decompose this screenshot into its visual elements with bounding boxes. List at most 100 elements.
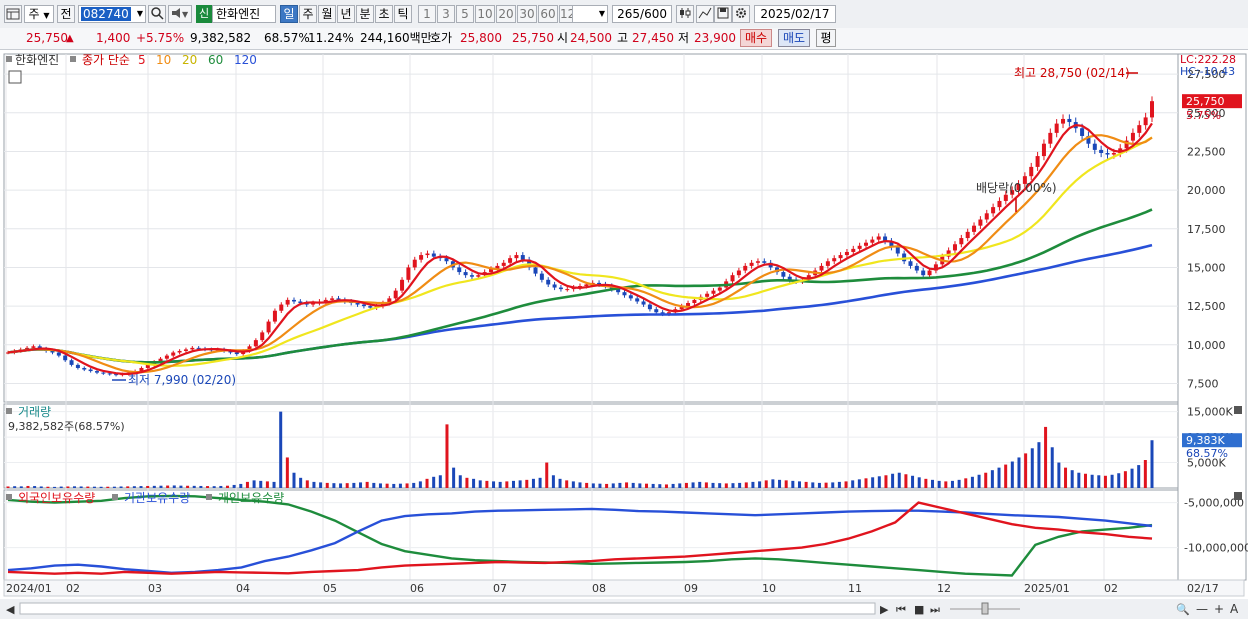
legend-ma-period: 120 <box>234 53 257 67</box>
type-label: 주 <box>28 7 40 21</box>
last-page-icon: ⏭ <box>930 603 940 616</box>
minus-icon: — <box>1196 602 1208 616</box>
date-input[interactable]: 2025/02/17 <box>754 5 836 23</box>
candle-body <box>63 355 68 361</box>
candle-body <box>686 303 691 307</box>
volume-bar <box>651 483 655 488</box>
candle-body <box>755 261 760 263</box>
volume-bar <box>79 486 83 488</box>
stock-badge: 신 <box>196 5 212 23</box>
svg-text:▼: ▼ <box>182 10 189 19</box>
save-icon[interactable] <box>714 5 732 23</box>
holdings-legend-item: 기관보유수량 <box>124 491 190 505</box>
candle-body <box>183 349 188 351</box>
volume-bar <box>877 476 881 488</box>
candle-body <box>844 251 849 256</box>
volume-bar <box>485 480 489 488</box>
candle-body <box>508 258 513 263</box>
chart-type-icon[interactable] <box>676 5 694 23</box>
volume-bar <box>492 481 496 488</box>
layout-icon[interactable] <box>4 5 22 23</box>
volume-bar <box>957 479 961 488</box>
interval-button-30[interactable]: 30 <box>517 5 537 23</box>
price-tick-label: 7,500 <box>1187 377 1219 390</box>
volume-bar <box>764 480 768 488</box>
volume-bar <box>126 486 130 488</box>
candle-body <box>1130 132 1135 141</box>
interval-button-60[interactable]: 60 <box>538 5 558 23</box>
volume-bar <box>851 480 855 488</box>
candle-body <box>361 304 366 307</box>
period-button-2[interactable]: 월 <box>318 5 336 23</box>
candle-body <box>921 270 926 276</box>
search-icon[interactable] <box>148 5 166 23</box>
candle-body <box>1080 128 1085 136</box>
interval-button-5[interactable]: 5 <box>456 5 474 23</box>
volume-bar <box>332 483 336 488</box>
volume-bar <box>199 485 203 488</box>
interval-button-3[interactable]: 3 <box>437 5 455 23</box>
volume-bar <box>1010 461 1014 488</box>
candle-body <box>520 255 525 260</box>
candle-body <box>1137 125 1142 133</box>
stock-name[interactable]: 한화엔진 <box>212 5 276 23</box>
volume-bar <box>1070 470 1074 488</box>
volume-bar <box>378 483 382 488</box>
candle-body <box>838 255 843 259</box>
gear-icon[interactable] <box>732 5 750 23</box>
volume-bar <box>146 485 150 488</box>
volume-bar <box>26 485 30 488</box>
code-input[interactable]: 082740 ▼ <box>78 5 146 23</box>
volume-bar <box>438 475 442 488</box>
volume-bar <box>578 482 582 488</box>
period-button-1[interactable]: 주 <box>299 5 317 23</box>
sell-button[interactable]: 매도 <box>778 29 810 47</box>
quote-bar: 25,750 ▲ 1,400 +5.75% 9,382,582 68.57% 1… <box>0 28 1248 50</box>
count-input[interactable]: 265/600 <box>612 5 672 23</box>
speaker-icon[interactable]: ▼ <box>168 5 192 23</box>
candle-body <box>330 298 335 300</box>
interval-select[interactable]: ▼ <box>572 5 608 23</box>
volume-pane <box>3 403 1179 489</box>
interval-button-10[interactable]: 10 <box>475 5 495 23</box>
candle-body <box>406 267 411 280</box>
period-button-6[interactable]: 틱 <box>394 5 412 23</box>
volume-bar <box>245 481 249 488</box>
volume-bar <box>119 486 123 488</box>
volume-bar <box>418 481 422 488</box>
holdings-legend-item: 개인보유수량 <box>218 491 284 505</box>
volume-bar <box>891 473 895 488</box>
volume-bar <box>352 482 356 488</box>
buy-button[interactable]: 매수 <box>740 29 772 47</box>
ask-price: 25,800 <box>460 31 502 45</box>
chevron-down-icon: ▼ <box>598 9 605 18</box>
period-button-0[interactable]: 일 <box>280 5 298 23</box>
period-button-5[interactable]: 초 <box>375 5 393 23</box>
volume-bar <box>538 477 542 488</box>
up-arrow-icon: ▲ <box>66 33 74 44</box>
volume-bar <box>159 485 163 488</box>
volume-bar <box>152 485 156 488</box>
volume-bar <box>465 477 469 488</box>
volume-bar <box>1057 462 1061 488</box>
scroll-left-icon: ◀ <box>6 603 15 616</box>
type-select[interactable]: 주 ▼ <box>24 5 54 23</box>
period-button-3[interactable]: 년 <box>337 5 355 23</box>
period-button-4[interactable]: 분 <box>356 5 374 23</box>
prev-button[interactable]: 전 <box>57 5 75 23</box>
stock-chart[interactable]: 27,50025,00022,50020,00017,50015,00012,5… <box>0 50 1248 621</box>
flat-button[interactable]: 평 <box>816 29 836 47</box>
draw-tool-icon[interactable] <box>696 5 714 23</box>
candle-body <box>781 272 786 277</box>
first-page-icon: ⏮ <box>896 603 906 616</box>
volume-bar <box>797 481 801 488</box>
candle-body <box>1054 123 1059 133</box>
interval-button-1[interactable]: 1 <box>418 5 436 23</box>
volume-bar <box>671 483 675 488</box>
interval-button-20[interactable]: 20 <box>496 5 516 23</box>
volume-bar <box>964 478 968 488</box>
open-label: 시 <box>557 31 569 45</box>
x-axis-label: 12 <box>937 582 951 595</box>
candle-body <box>927 270 932 276</box>
current-pct-label: 5.75% <box>1186 109 1221 122</box>
